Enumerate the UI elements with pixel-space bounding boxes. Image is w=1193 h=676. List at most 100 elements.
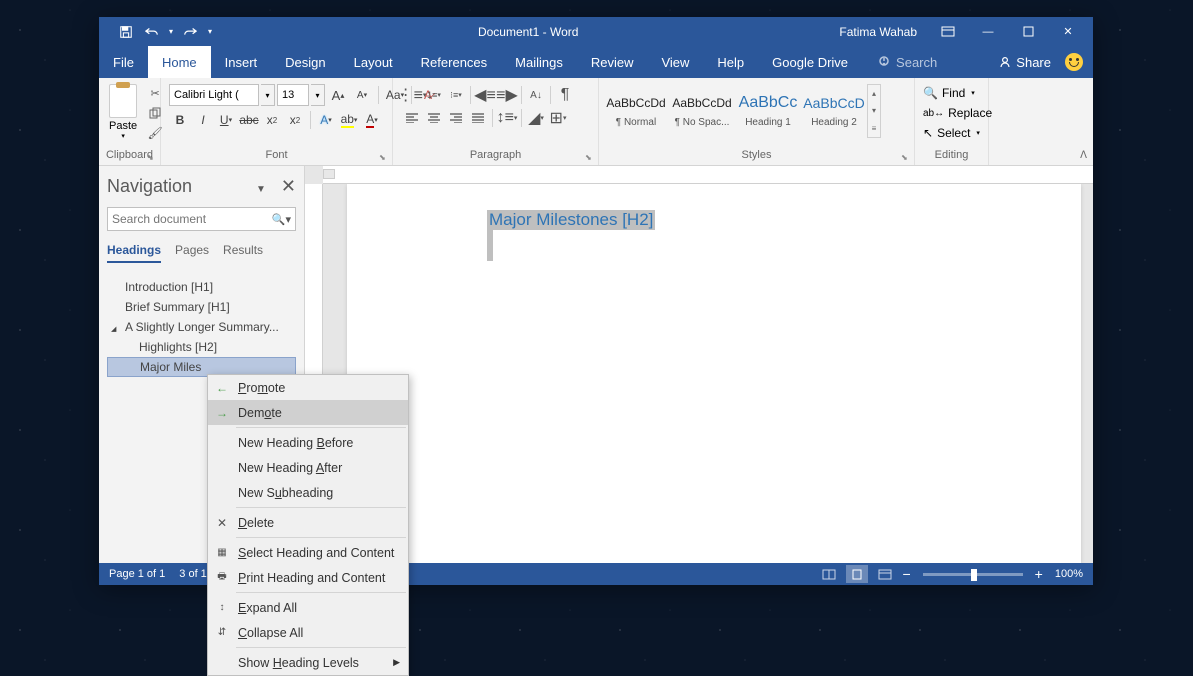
styles-expand[interactable]: ≡: [868, 120, 880, 137]
decrease-indent-button[interactable]: ◀≡: [474, 85, 496, 105]
paste-button[interactable]: Paste ▾: [103, 82, 143, 142]
tab-mailings[interactable]: Mailings: [501, 46, 577, 78]
tab-view[interactable]: View: [647, 46, 703, 78]
select-button[interactable]: ↖Select▾: [923, 124, 980, 142]
subscript-button[interactable]: x2: [261, 110, 283, 130]
style-heading-2[interactable]: AaBbCcDHeading 2: [801, 84, 867, 138]
replace-button[interactable]: ab↔Replace: [923, 104, 992, 122]
superscript-button[interactable]: x2: [284, 110, 306, 130]
ctx-expand-all[interactable]: ↕Expand All: [208, 595, 408, 620]
align-right-button[interactable]: [445, 108, 467, 128]
tab-references[interactable]: References: [407, 46, 501, 78]
share-button[interactable]: Share: [998, 55, 1051, 70]
nav-close-button[interactable]: ✕: [281, 176, 296, 196]
account-name[interactable]: Fatima Wahab: [839, 25, 917, 39]
styles-scroll-up[interactable]: ▴: [868, 85, 880, 102]
minimize-button[interactable]: —: [971, 20, 1005, 44]
qat-customize-dropdown[interactable]: ▾: [203, 20, 217, 44]
text-effects-button[interactable]: A▾: [315, 110, 337, 130]
show-hide-button[interactable]: ¶: [554, 85, 576, 105]
nav-tab-headings[interactable]: Headings: [107, 243, 161, 263]
font-color-button[interactable]: A▾: [361, 110, 383, 130]
tab-google-drive[interactable]: Google Drive: [758, 46, 862, 78]
nav-heading-item[interactable]: Brief Summary [H1]: [107, 297, 296, 317]
undo-dropdown[interactable]: ▾: [165, 20, 177, 44]
shrink-font-button[interactable]: A▾: [351, 85, 373, 105]
style-heading-1[interactable]: AaBbCcHeading 1: [735, 84, 801, 138]
redo-button[interactable]: [177, 20, 203, 44]
ctx-delete[interactable]: ✕Delete: [208, 510, 408, 535]
ctx-demote[interactable]: →Demote: [208, 400, 408, 425]
ribbon-display-button[interactable]: [931, 20, 965, 44]
maximize-button[interactable]: [1011, 20, 1045, 44]
shading-button[interactable]: ◢▾: [525, 108, 547, 128]
nav-menu-dropdown[interactable]: ▼: [256, 184, 266, 195]
save-button[interactable]: [113, 20, 139, 44]
highlight-button[interactable]: ab▾: [338, 110, 360, 130]
multilevel-list-button[interactable]: ⁝≡▾: [445, 85, 467, 105]
styles-scroll-down[interactable]: ▾: [868, 102, 880, 119]
read-mode-button[interactable]: [818, 565, 840, 583]
ctx-collapse-all[interactable]: ⇵Collapse All: [208, 620, 408, 645]
nav-tab-results[interactable]: Results: [223, 243, 263, 263]
style---no-spac---[interactable]: AaBbCcDd¶ No Spac...: [669, 84, 735, 138]
print-layout-button[interactable]: [846, 565, 868, 583]
justify-button[interactable]: [467, 108, 489, 128]
undo-button[interactable]: [139, 20, 165, 44]
status-page[interactable]: Page 1 of 1: [109, 568, 165, 580]
sort-button[interactable]: A↓: [525, 85, 547, 105]
italic-button[interactable]: I: [192, 110, 214, 130]
tab-home[interactable]: Home: [148, 46, 211, 78]
ctx-new-heading-after[interactable]: New Heading After: [208, 455, 408, 480]
tab-insert[interactable]: Insert: [211, 46, 272, 78]
style---normal[interactable]: AaBbCcDd¶ Normal: [603, 84, 669, 138]
paragraph-dialog-launcher[interactable]: ⬊: [585, 153, 595, 163]
tab-selector[interactable]: [323, 169, 335, 179]
line-spacing-button[interactable]: ↕≡▾: [496, 108, 518, 128]
nav-heading-item[interactable]: Introduction [H1]: [107, 277, 296, 297]
tab-design[interactable]: Design: [271, 46, 339, 78]
tab-file[interactable]: File: [99, 46, 148, 78]
borders-button[interactable]: ⊞▾: [547, 108, 569, 128]
grow-font-button[interactable]: A▴: [327, 85, 349, 105]
horizontal-ruler[interactable]: [323, 166, 1093, 184]
underline-button[interactable]: U▾: [215, 110, 237, 130]
clipboard-dialog-launcher[interactable]: ⬊: [147, 153, 157, 163]
font-dialog-launcher[interactable]: ⬊: [379, 153, 389, 163]
ctx-new-subheading[interactable]: New Subheading: [208, 480, 408, 505]
tab-help[interactable]: Help: [703, 46, 758, 78]
find-button[interactable]: 🔍Find▾: [923, 84, 975, 102]
zoom-out-button[interactable]: −: [902, 566, 910, 582]
tab-layout[interactable]: Layout: [340, 46, 407, 78]
strikethrough-button[interactable]: abc: [238, 110, 260, 130]
ctx-new-heading-before[interactable]: New Heading Before: [208, 430, 408, 455]
nav-search-box[interactable]: 🔍▾: [107, 207, 296, 231]
bullets-button[interactable]: ⋮≡▾: [401, 85, 423, 105]
web-layout-button[interactable]: [874, 565, 896, 583]
font-size-combo[interactable]: 13: [277, 84, 309, 106]
font-name-combo[interactable]: Calibri Light (: [169, 84, 259, 106]
tell-me-search[interactable]: Search: [878, 46, 937, 78]
zoom-level[interactable]: 100%: [1055, 568, 1083, 580]
collapse-ribbon-button[interactable]: ᐱ: [1080, 150, 1087, 161]
feedback-smiley-icon[interactable]: [1065, 53, 1083, 71]
tab-review[interactable]: Review: [577, 46, 648, 78]
nav-tab-pages[interactable]: Pages: [175, 243, 209, 263]
bold-button[interactable]: B: [169, 110, 191, 130]
ctx-print-heading-content[interactable]: 🖶Print Heading and Content: [208, 565, 408, 590]
ctx-promote[interactable]: ←Promote: [208, 375, 408, 400]
document-page[interactable]: Major Milestones [H2]: [347, 184, 1081, 563]
zoom-in-button[interactable]: +: [1035, 566, 1043, 582]
nav-heading-item[interactable]: Highlights [H2]: [107, 337, 296, 357]
increase-indent-button[interactable]: ≡▶: [496, 85, 518, 105]
nav-search-input[interactable]: [112, 212, 272, 226]
align-center-button[interactable]: [423, 108, 445, 128]
close-button[interactable]: ✕: [1051, 20, 1085, 44]
nav-heading-item[interactable]: A Slightly Longer Summary...: [107, 317, 296, 337]
heading-text[interactable]: Major Milestones [H2]: [487, 210, 655, 230]
align-left-button[interactable]: [401, 108, 423, 128]
ctx-show-heading-levels[interactable]: Show Heading Levels▶: [208, 650, 408, 675]
ctx-select-heading-content[interactable]: ▦Select Heading and Content: [208, 540, 408, 565]
numbering-button[interactable]: 1≡▾: [423, 85, 445, 105]
zoom-slider[interactable]: [923, 573, 1023, 576]
